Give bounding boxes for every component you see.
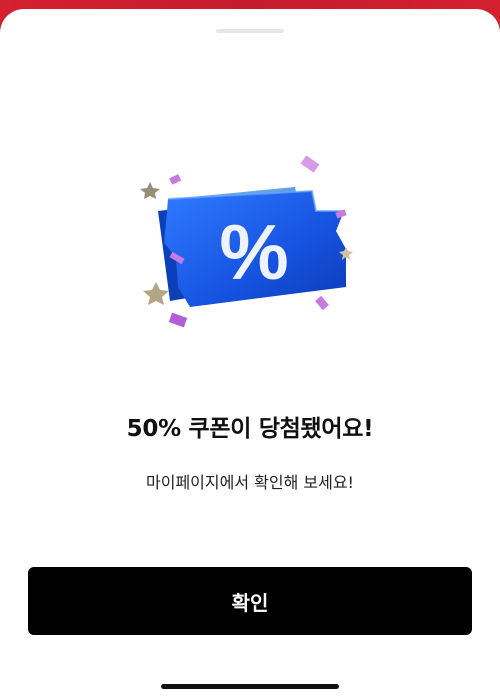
- home-indicator: [161, 684, 339, 689]
- dialog-title: 50% 쿠폰이 당첨됐어요!: [126, 416, 374, 442]
- confirm-button[interactable]: 확인: [28, 567, 472, 635]
- coupon-illustration: %: [130, 139, 370, 339]
- percent-symbol: %: [219, 208, 288, 296]
- coupon-ticket-icon: %: [140, 155, 353, 328]
- drag-handle[interactable]: [216, 29, 284, 33]
- bottom-sheet: % 50% 쿠폰이 당첨됐어요! 마이페이지에서 확인해 보세요! 확인: [0, 9, 500, 699]
- dialog-message: 마이페이지에서 확인해 보세요!: [146, 473, 354, 492]
